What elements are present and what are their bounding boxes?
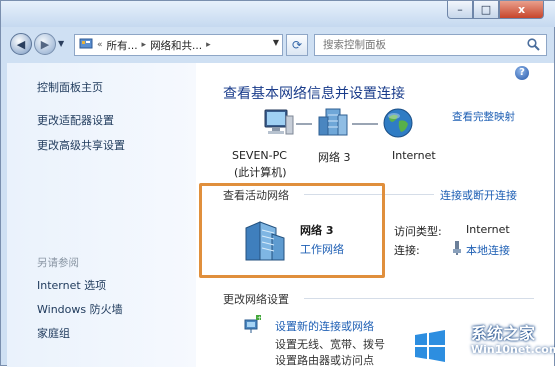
breadcrumb-overflow[interactable]: «	[97, 40, 103, 50]
adapter-icon	[452, 241, 462, 258]
title-bar: – □ x	[1, 1, 555, 27]
sidebar-item-change-adapter-settings[interactable]: 更改适配器设置	[37, 112, 114, 128]
globe-icon	[382, 107, 414, 142]
navigation-bar: ◀ ▶ ▼ « 所有... ▸ 网络和共... ▸ ▼ ⟳	[1, 27, 555, 61]
breadcrumb-separator-icon: ▸	[141, 40, 147, 50]
highlight-box	[199, 183, 385, 278]
help-icon[interactable]: ?	[515, 66, 529, 80]
forward-arrow-icon: ▶	[40, 37, 50, 51]
setup-new-connection-desc: 设置无线、宽带、拨号	[275, 338, 385, 351]
back-button[interactable]: ◀	[10, 33, 32, 55]
connect-disconnect-link[interactable]: 连接或断开连接	[440, 187, 517, 203]
search-box[interactable]	[314, 34, 547, 56]
breadcrumb-network-sharing[interactable]: 网络和共...	[150, 38, 202, 53]
connection-line	[296, 123, 312, 125]
control-panel-icon	[79, 37, 93, 54]
network-icon	[316, 107, 350, 142]
forward-button[interactable]: ▶	[34, 33, 56, 55]
see-also-heading: 另请参阅	[37, 257, 79, 269]
svg-text:+: +	[257, 315, 262, 322]
watermark-text: 系统之家	[471, 324, 536, 343]
node-sublabel-this-pc: (此计算机)	[234, 166, 287, 179]
sidebar-item-change-advanced-sharing[interactable]: 更改高级共享设置	[37, 137, 125, 153]
sidebar-item-homegroup[interactable]: 家庭组	[37, 325, 70, 341]
search-input[interactable]	[321, 35, 515, 55]
address-dropdown-icon[interactable]: ▼	[273, 38, 279, 47]
see-full-map-link[interactable]: 查看完整映射	[452, 109, 515, 124]
close-button[interactable]: x	[499, 1, 544, 19]
breadcrumb-all-items[interactable]: 所有...	[107, 38, 138, 53]
setup-new-connection-link[interactable]: 设置新的连接或网络	[275, 318, 374, 334]
access-type-value: Internet	[466, 223, 510, 236]
access-type-label: 访问类型:	[394, 225, 442, 238]
node-label-network: 网络 3	[318, 151, 351, 164]
connection-line	[352, 123, 378, 125]
window: – □ x ◀ ▶ ▼ « 所有... ▸ 网络和共... ▸ ▼ ⟳ 控制面板…	[0, 0, 555, 367]
connection-label: 连接:	[394, 244, 420, 257]
node-label-internet: Internet	[392, 149, 436, 162]
sidebar: 控制面板主页 更改适配器设置 更改高级共享设置 另请参阅 Internet 选项…	[7, 63, 196, 367]
refresh-icon: ⟳	[291, 38, 303, 52]
page-title: 查看基本网络信息并设置连接	[223, 86, 405, 102]
computer-icon	[260, 108, 296, 143]
watermark-url: Win10net.com	[471, 343, 555, 356]
recent-pages-dropdown-icon[interactable]: ▼	[58, 39, 68, 49]
minimize-button[interactable]: –	[447, 1, 473, 19]
local-connection-link[interactable]: 本地连接	[466, 242, 510, 258]
back-arrow-icon: ◀	[16, 37, 26, 51]
search-icon[interactable]	[527, 38, 540, 54]
sidebar-item-internet-options[interactable]: Internet 选项	[37, 277, 106, 293]
breadcrumb-separator-icon: ▸	[206, 40, 211, 50]
node-label-this-pc: SEVEN-PC	[232, 149, 287, 162]
sidebar-item-control-panel-home[interactable]: 控制面板主页	[37, 79, 103, 95]
sidebar-item-windows-firewall[interactable]: Windows 防火墙	[37, 301, 123, 317]
refresh-button[interactable]: ⟳	[286, 34, 308, 56]
change-settings-heading: 更改网络设置	[223, 293, 289, 306]
maximize-button[interactable]: □	[473, 1, 499, 19]
divider	[304, 298, 534, 299]
address-bar[interactable]: « 所有... ▸ 网络和共... ▸ ▼	[74, 34, 283, 56]
new-connection-icon: +	[242, 314, 262, 337]
